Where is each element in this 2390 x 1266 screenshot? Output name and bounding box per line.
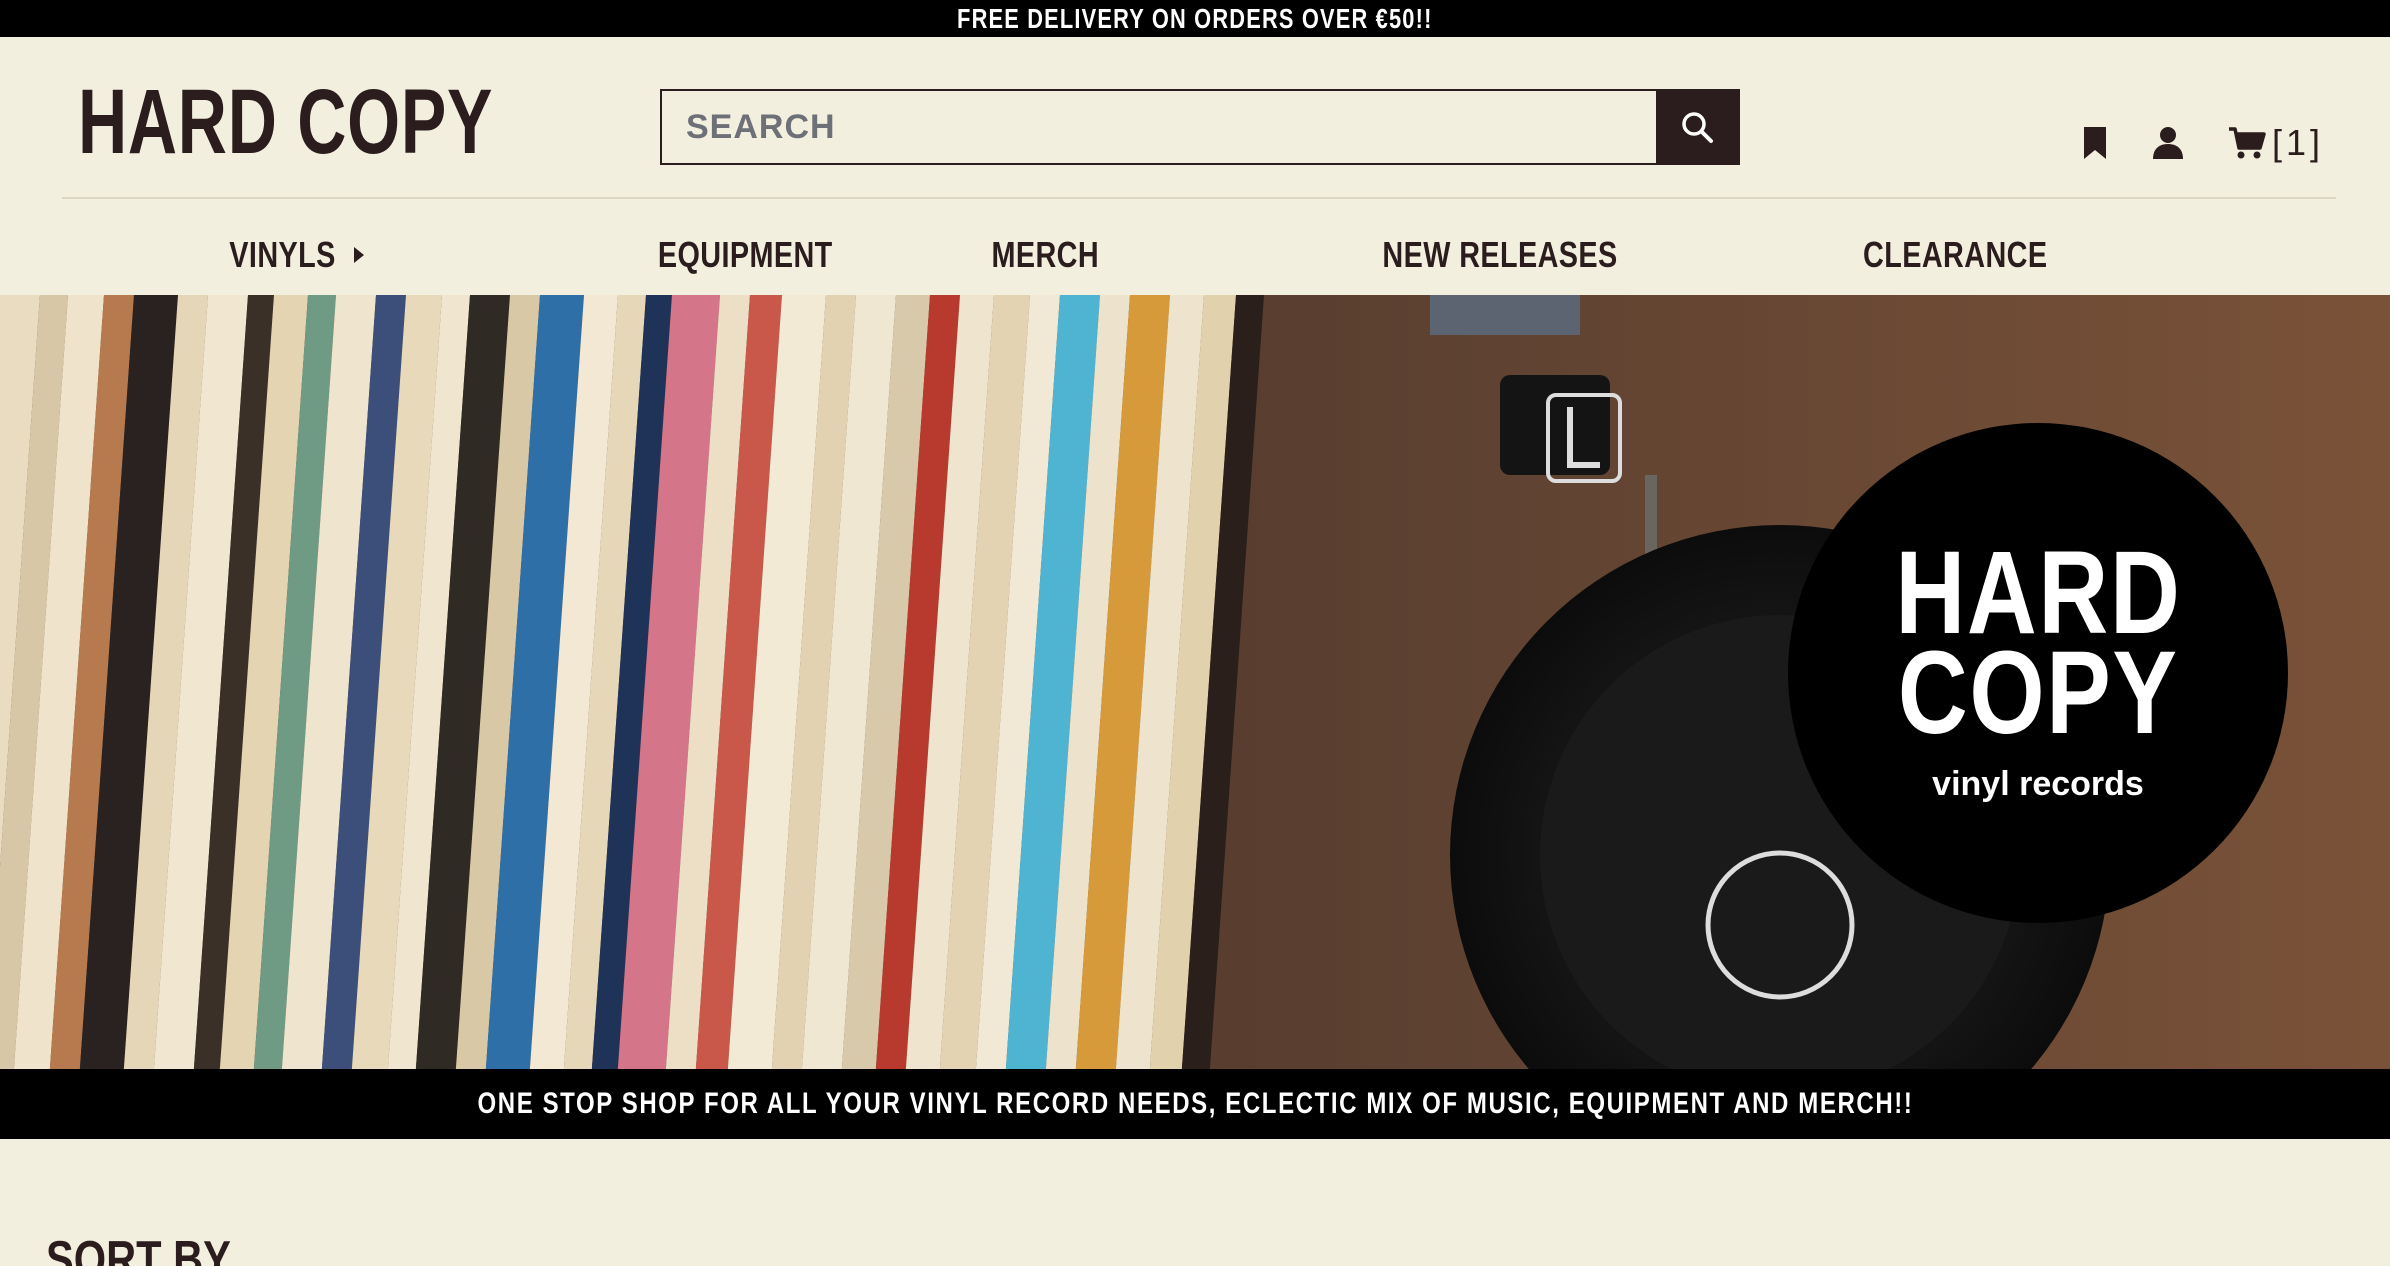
header-divider [62, 197, 2336, 199]
tagline-text: ONE STOP SHOP FOR ALL YOUR VINYL RECORD … [477, 1087, 1913, 1120]
nav-item-clearance[interactable]: CLEARANCE [1820, 220, 2090, 290]
nav-item-label: EQUIPMENT [657, 234, 833, 275]
nav-item-vinyls[interactable]: VINYLS [0, 220, 580, 290]
main-nav: VINYLS EQUIPMENT MERCH NEW RELEASES CLEA… [0, 220, 2390, 290]
bookmark-icon [2083, 127, 2106, 159]
search-icon [1682, 112, 1713, 143]
sort-by-heading: SORT BY [46, 1231, 231, 1266]
nav-item-new-releases[interactable]: NEW RELEASES [1180, 220, 1820, 290]
promo-bar: FREE DELIVERY ON ORDERS OVER €50!! [0, 0, 2390, 37]
user-icon [2152, 127, 2183, 159]
caret-right-icon [353, 247, 364, 263]
record-spines [0, 295, 1264, 1069]
nav-item-merch[interactable]: MERCH [910, 220, 1180, 290]
cart-icon [2228, 127, 2266, 159]
badge-subtitle: vinyl records [1932, 764, 2144, 803]
nav-item-label: NEW RELEASES [1382, 234, 1618, 275]
search-button[interactable] [1656, 91, 1738, 163]
bookmark-button[interactable] [2082, 125, 2108, 161]
tagline-bar: ONE STOP SHOP FOR ALL YOUR VINYL RECORD … [0, 1069, 2390, 1139]
search-input[interactable] [662, 91, 1656, 163]
nav-item-equipment[interactable]: EQUIPMENT [580, 220, 910, 290]
nav-item-label: MERCH [991, 234, 1099, 275]
search-bar [660, 89, 1740, 165]
hero-banner[interactable]: HARD COPY vinyl records [0, 295, 2390, 1069]
header-actions: [1] [2082, 118, 2324, 168]
nav-item-label: CLEARANCE [1862, 234, 2048, 275]
cart-count: [1] [2271, 122, 2324, 163]
hero-badge: HARD COPY vinyl records [1788, 423, 2288, 923]
promo-text: FREE DELIVERY ON ORDERS OVER €50!! [957, 2, 1433, 34]
site-logo[interactable]: HARD COPY [78, 70, 493, 173]
nav-item-label: VINYLS [229, 234, 337, 275]
account-button[interactable] [2152, 126, 2184, 160]
cart-button[interactable]: [1] [2228, 122, 2324, 164]
badge-line2: COPY [1897, 626, 2179, 759]
